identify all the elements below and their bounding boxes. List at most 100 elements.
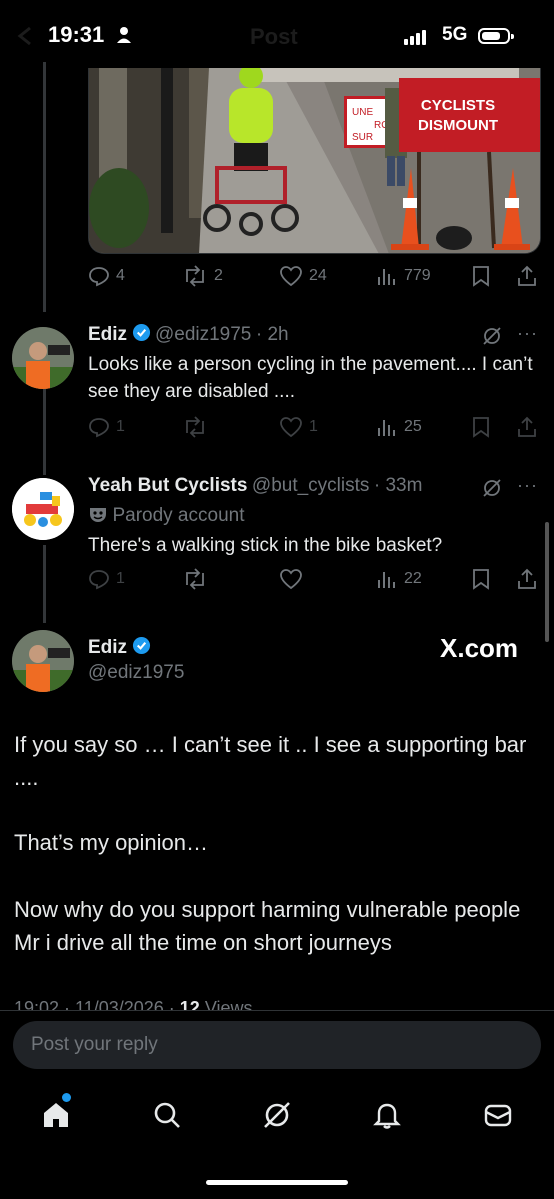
more-options-icon[interactable]: ··· (517, 323, 538, 344)
share-button[interactable] (516, 416, 538, 438)
like-count: 1 (309, 418, 318, 435)
search-tab[interactable] (151, 1099, 183, 1131)
share-icon (518, 416, 536, 437)
views-button[interactable]: 22 (376, 568, 422, 590)
reply-input[interactable]: Post your reply (13, 1021, 541, 1069)
reply-icon (89, 570, 109, 590)
reply-placeholder: Post your reply (31, 1034, 158, 1055)
reply2-header: Yeah But Cyclists @but_cyclists · 33m (88, 475, 422, 497)
reply2-text: There's a walking stick in the bike bask… (88, 535, 443, 556)
bookmark-icon (473, 417, 489, 438)
post-time: · 33m (373, 475, 423, 496)
status-time: 19:31 (48, 22, 105, 47)
mask-icon (90, 508, 106, 522)
sign-back-line3: SUR (352, 132, 373, 143)
notifications-tab[interactable] (371, 1099, 403, 1131)
author-name[interactable]: Ediz (88, 637, 127, 658)
views-number: 12 (179, 998, 200, 1010)
views-icon (378, 269, 395, 285)
post-actions: 1 1 25 (88, 416, 543, 444)
views-icon (378, 420, 395, 436)
parody-badge: Parody account (112, 505, 245, 526)
divider (0, 1010, 554, 1011)
author-name[interactable]: Yeah But Cyclists (88, 475, 247, 496)
home-tab[interactable] (40, 1093, 72, 1131)
post-meta: 19:02 · 11/03/2026 · 12 Views (14, 998, 253, 1010)
more-options-icon[interactable]: ··· (517, 475, 538, 496)
reply-button[interactable]: 1 (88, 568, 125, 590)
bell-icon (373, 1103, 401, 1129)
scrollbar[interactable] (545, 522, 549, 642)
focus-person-icon (116, 26, 132, 49)
notification-dot (62, 1093, 71, 1102)
main-post-header: Ediz (88, 636, 151, 659)
reply1-header: Ediz @ediz1975 · 2h (88, 323, 289, 346)
views-label: Views (199, 998, 253, 1010)
sign-back-line1: UNE (352, 107, 373, 118)
views-button[interactable]: 25 (376, 416, 422, 438)
page-title: Post (250, 24, 298, 49)
repost-button[interactable] (182, 416, 208, 438)
author-name[interactable]: Ediz (88, 324, 127, 345)
bookmark-button[interactable] (471, 265, 491, 287)
reply-button[interactable]: 4 (88, 265, 125, 287)
views-count: 22 (404, 570, 422, 587)
search-icon (154, 1102, 180, 1128)
share-button[interactable] (516, 265, 538, 287)
grok-icon[interactable] (481, 477, 503, 504)
heart-icon (280, 417, 302, 438)
sign-main-line2: DISMOUNT (418, 117, 498, 134)
avatar[interactable] (12, 478, 74, 540)
sign-main-line1: CYCLISTS (421, 97, 495, 114)
reply-icon (89, 418, 109, 438)
messages-tab[interactable] (482, 1099, 514, 1131)
verified-badge-icon (132, 636, 150, 655)
repost-icon (186, 568, 204, 590)
grok-tab[interactable] (261, 1099, 293, 1131)
post-timestamp: 19:02 · 11/03/2026 · (14, 998, 180, 1010)
reply1-text: Looks like a person cycling in the pavem… (88, 354, 533, 402)
thread-line (43, 62, 46, 312)
post-actions: 4 2 24 779 (88, 265, 543, 293)
parody-label: Parody account (88, 504, 244, 527)
repost-count: 2 (214, 267, 223, 284)
repost-button[interactable]: 2 (182, 265, 223, 287)
main-post-paragraph: Now why do you support harming vulnerabl… (14, 897, 521, 955)
repost-icon (186, 265, 204, 287)
post-actions: 1 22 (88, 568, 543, 596)
views-icon (378, 572, 395, 588)
post-photo[interactable]: UNE RO SUR CYCLISTS DISMOUNT (88, 68, 541, 254)
repost-icon (186, 416, 204, 438)
repost-button[interactable] (182, 568, 208, 590)
avatar[interactable] (12, 630, 74, 692)
avatar[interactable] (12, 327, 74, 389)
author-handle[interactable]: @ediz1975 (155, 324, 251, 345)
reply-icon (89, 267, 109, 287)
back-arrow-icon[interactable] (12, 22, 40, 50)
bookmark-icon (473, 569, 489, 590)
bookmark-button[interactable] (471, 568, 491, 590)
share-button[interactable] (516, 568, 538, 590)
home-indicator (206, 1180, 348, 1185)
post-time: · 2h (255, 324, 289, 345)
home-icon (44, 1103, 68, 1127)
thread-line (43, 545, 46, 623)
author-handle[interactable]: @but_cyclists (252, 475, 370, 496)
reply-count: 1 (116, 418, 125, 435)
main-post-paragraph: If you say so … I can’t see it .. I see … (14, 732, 527, 790)
heart-icon (280, 569, 302, 590)
like-button[interactable]: 24 (279, 265, 327, 287)
author-handle[interactable]: @ediz1975 (88, 662, 184, 684)
reply-count: 4 (116, 267, 125, 284)
bookmark-button[interactable] (471, 416, 491, 438)
reply-button[interactable]: 1 (88, 416, 125, 438)
thread-line (43, 383, 46, 475)
network-type: 5G (442, 24, 468, 45)
grok-icon[interactable] (481, 325, 503, 352)
like-button[interactable]: 1 (279, 416, 318, 438)
views-button[interactable]: 779 (376, 265, 431, 287)
heart-icon (280, 266, 302, 287)
mail-icon (484, 1104, 512, 1127)
battery-icon (478, 28, 514, 44)
like-button[interactable] (279, 568, 303, 590)
